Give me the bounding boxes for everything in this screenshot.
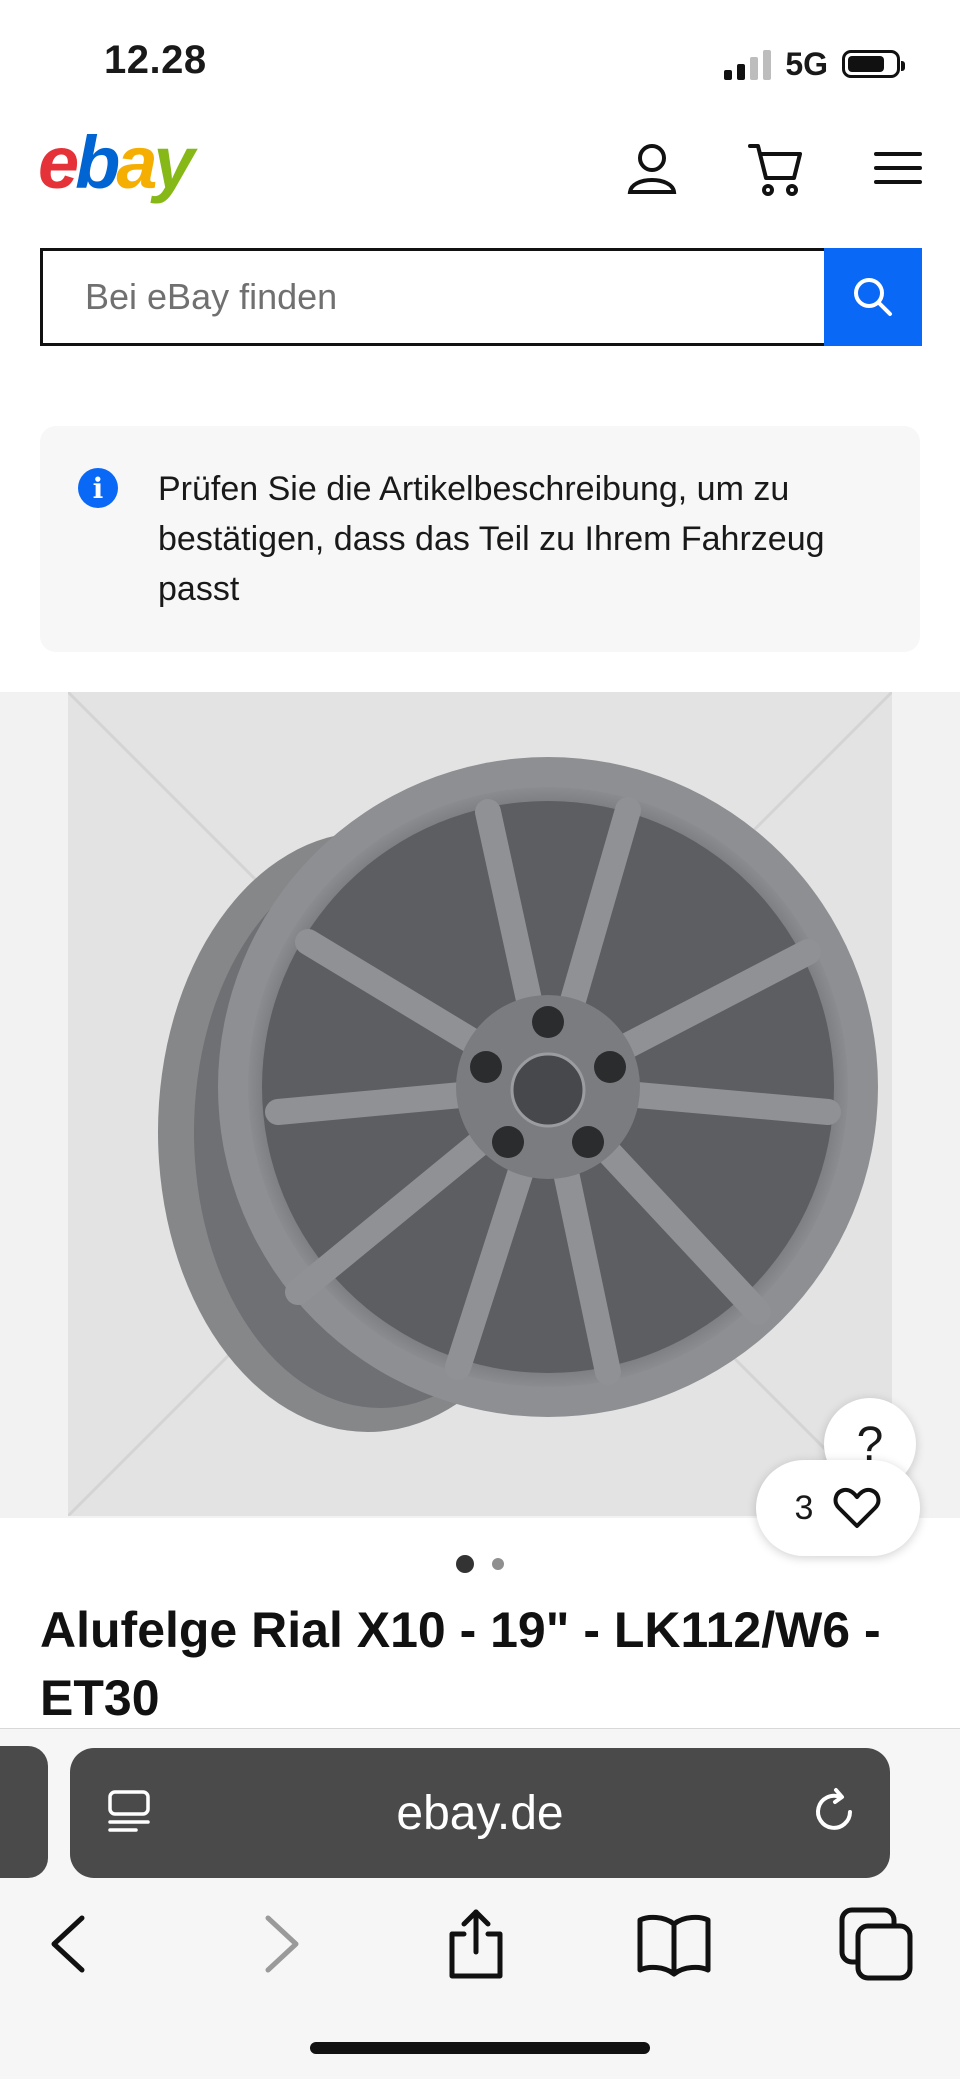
info-icon: i — [78, 468, 118, 508]
signal-icon — [724, 48, 772, 80]
heart-icon — [834, 1487, 881, 1528]
menu-icon[interactable] — [868, 138, 928, 198]
search-input[interactable]: Bei eBay finden — [40, 248, 824, 346]
pagination-dot-active[interactable] — [456, 1555, 474, 1573]
reload-icon[interactable] — [806, 1784, 862, 1840]
notice-text: Prüfen Sie die Artikelbeschreibung, um z… — [158, 470, 825, 608]
tabs-icon[interactable] — [838, 1906, 914, 1982]
forward-icon[interactable] — [240, 1906, 316, 1982]
pagination-dot[interactable] — [492, 1558, 504, 1570]
cart-icon[interactable] — [746, 138, 806, 198]
battery-icon — [842, 50, 905, 78]
status-indicators: 5G — [724, 44, 905, 84]
watch-count: 3 — [794, 1488, 814, 1527]
account-icon[interactable] — [622, 138, 682, 198]
watch-button[interactable]: 3 — [756, 1460, 920, 1556]
previous-tab[interactable] — [0, 1746, 48, 1878]
gallery-pagination — [0, 1554, 960, 1574]
network-type: 5G — [785, 45, 828, 82]
ebay-logo[interactable]: ebay — [38, 126, 195, 200]
search-button[interactable] — [824, 248, 922, 346]
share-icon[interactable] — [438, 1906, 514, 1982]
reader-icon[interactable] — [102, 1784, 158, 1840]
url-text[interactable]: ebay.de — [70, 1748, 890, 1878]
product-image[interactable] — [68, 692, 892, 1516]
status-time: 12.28 — [104, 38, 207, 82]
home-indicator — [310, 2042, 650, 2054]
bookmarks-icon[interactable] — [636, 1906, 712, 1982]
search-icon — [854, 278, 892, 316]
back-icon[interactable] — [34, 1906, 110, 1982]
listing-title: Alufelge Rial X10 - 19" - LK112/W6 - ET3… — [40, 1602, 881, 1726]
